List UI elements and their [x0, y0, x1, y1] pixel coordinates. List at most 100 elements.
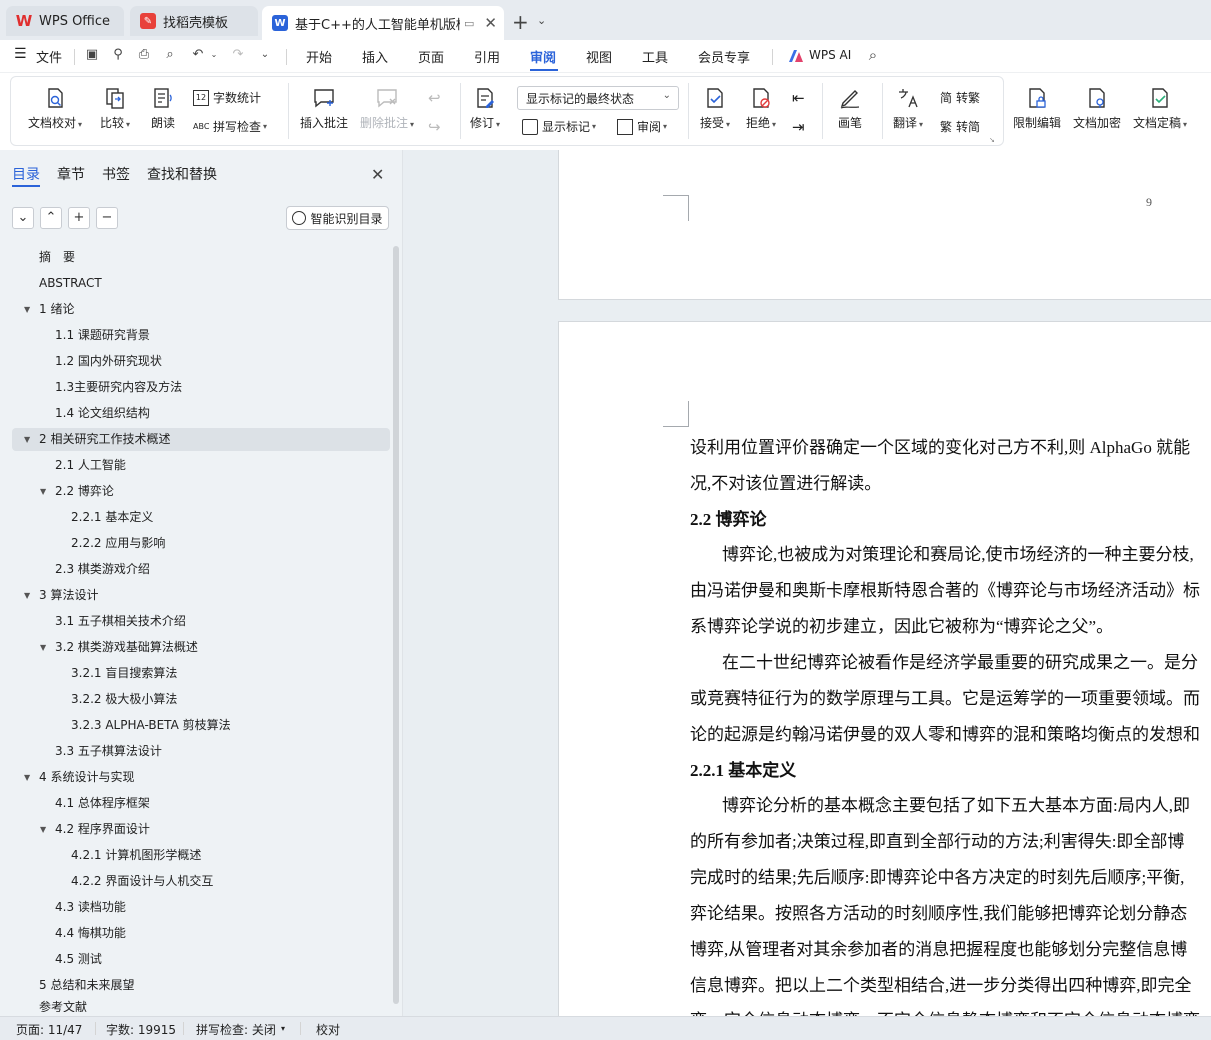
- nav-tab-find-replace[interactable]: 查找和替换: [147, 164, 217, 184]
- menu-tools[interactable]: 工具: [642, 47, 668, 66]
- nav-tab-toc[interactable]: 目录: [12, 164, 40, 184]
- toc-item[interactable]: 1.4 论文组织结构: [12, 402, 390, 425]
- body-paragraph-line[interactable]: 由冯诺伊曼和奥斯卡摩根斯特恩合著的《博弈论与市场经济活动》标: [690, 576, 1200, 601]
- finalize-document-button[interactable]: 文档定稿 ▾: [1133, 86, 1187, 131]
- body-paragraph-line[interactable]: 论的起源是约翰冯诺伊曼的双人零和博弈的混和策略均衡点的发想和: [690, 720, 1200, 745]
- translate-button[interactable]: 翻译 ▾: [893, 86, 923, 131]
- pen-button[interactable]: 画笔: [838, 86, 862, 131]
- toc-item[interactable]: 2.2.1 基本定义: [12, 506, 390, 529]
- next-comment-icon[interactable]: ↪: [428, 118, 441, 136]
- toc-item[interactable]: ▼ 4 系统设计与实现: [12, 766, 390, 789]
- body-paragraph-line[interactable]: 完成时的结果;先后顺序:即博弈论中各方决定的时刻先后顺序;平衡,: [690, 863, 1184, 888]
- menu-insert[interactable]: 插入: [362, 47, 388, 66]
- body-paragraph-line[interactable]: 或竞赛特征行为的数学原理与工具。它是运筹学的一项重要领域。而: [690, 684, 1200, 709]
- toc-item[interactable]: 3.2.3 ALPHA-BETA 剪枝算法: [12, 714, 390, 737]
- toc-item[interactable]: ▼ 3 算法设计: [12, 584, 390, 607]
- expanded-arrow-icon[interactable]: ▼: [24, 298, 30, 321]
- expanded-arrow-icon[interactable]: ▼: [40, 636, 46, 659]
- nav-tab-bookmarks[interactable]: 书签: [102, 164, 130, 184]
- expanded-arrow-icon[interactable]: ▼: [40, 480, 46, 503]
- demote-heading-icon[interactable]: −: [96, 207, 118, 229]
- review-pane-button[interactable]: 审阅 ▾: [617, 118, 667, 135]
- save-icon[interactable]: ▣: [84, 47, 100, 63]
- doc-proofread-button[interactable]: 文档校对 ▾: [28, 86, 82, 131]
- toc-item[interactable]: 3.1 五子棋相关技术介绍: [12, 610, 390, 633]
- undo-dropdown-icon[interactable]: ⌄: [206, 47, 222, 63]
- toc-item[interactable]: 3.3 五子棋算法设计: [12, 740, 390, 763]
- to-traditional-button[interactable]: 简 转繁: [940, 89, 980, 106]
- collapse-all-icon[interactable]: ⌃: [40, 207, 62, 229]
- menu-references[interactable]: 引用: [474, 47, 500, 66]
- chevron-down-icon[interactable]: ▾: [281, 1024, 285, 1033]
- toc-item[interactable]: 4.3 读档功能: [12, 896, 390, 919]
- proofread-status[interactable]: 校对: [316, 1021, 340, 1038]
- body-paragraph-line[interactable]: 弈、完全信息动态博弈、不完全信息静态博弈和不完全信息动态博弈: [690, 1006, 1200, 1016]
- body-paragraph-line[interactable]: 弈论结果。按照各方活动的时刻顺序性,我们能够把博弈论划分静态: [690, 899, 1187, 924]
- track-changes-button[interactable]: 修订 ▾: [470, 86, 500, 131]
- toc-item[interactable]: 摘 要: [12, 246, 390, 269]
- tab-current-document[interactable]: W 基于C++的人工智能单机版棋 ▭ ✕: [262, 6, 504, 40]
- expanded-arrow-icon[interactable]: ▼: [40, 818, 46, 841]
- read-aloud-button[interactable]: 朗读: [151, 86, 175, 131]
- body-paragraph-line[interactable]: 博弈,从管理者对其余参加者的消息把握程度也能够划分完整信息博: [690, 935, 1187, 960]
- close-icon[interactable]: ✕: [371, 165, 384, 184]
- body-paragraph-line[interactable]: 况,不对该位置进行解读。: [690, 469, 881, 494]
- insert-comment-button[interactable]: 插入批注: [300, 86, 348, 131]
- body-paragraph-line[interactable]: 系博弈论学说的初步建立，因此它被称为“博弈论之父”。: [690, 612, 1113, 637]
- toc-item[interactable]: ▼ 1 绪论: [12, 298, 390, 321]
- body-paragraph-line[interactable]: 的所有参加者;决策过程,即直到全部行动的方法;利害得失:即全部博: [690, 827, 1184, 852]
- print-icon[interactable]: ⎙: [136, 47, 152, 63]
- toc-item[interactable]: 2.1 人工智能: [12, 454, 390, 477]
- monitor-icon[interactable]: ▭: [464, 17, 474, 30]
- chevron-down-icon[interactable]: ⌄: [537, 14, 546, 27]
- redo-icon[interactable]: ↷: [230, 47, 246, 63]
- toc-item[interactable]: ▼ 3.2 棋类游戏基础算法概述: [12, 636, 390, 659]
- toc-item[interactable]: 5 总结和未来展望: [12, 974, 390, 997]
- accept-button[interactable]: 接受 ▾: [700, 86, 730, 131]
- chevron-down-icon[interactable]: ⌄: [257, 47, 273, 63]
- toc-item[interactable]: 3.2.1 盲目搜索算法: [12, 662, 390, 685]
- toc-item[interactable]: 4.4 悔棋功能: [12, 922, 390, 945]
- menu-page[interactable]: 页面: [418, 47, 444, 66]
- menu-wps-ai[interactable]: WPS AI: [809, 48, 851, 62]
- smart-toc-button[interactable]: 智能识别目录: [286, 206, 389, 230]
- body-paragraph-line[interactable]: 信息博弈。把以上二个类型相结合,进一步分类得出四种博弈,即完全: [690, 971, 1192, 996]
- show-markup-button[interactable]: 显示标记 ▾: [522, 118, 596, 135]
- spell-check-status[interactable]: 拼写检查: 关闭: [196, 1021, 276, 1038]
- toc-item[interactable]: ABSTRACT: [12, 272, 390, 295]
- share-icon[interactable]: ⚲: [110, 47, 126, 63]
- search-icon[interactable]: ⌕: [865, 47, 881, 63]
- toc-item[interactable]: 4.2.1 计算机图形学概述: [12, 844, 390, 867]
- reject-button[interactable]: 拒绝 ▾: [746, 86, 776, 131]
- undo-icon[interactable]: ↶: [190, 47, 206, 63]
- close-tab-icon[interactable]: ✕: [484, 14, 497, 32]
- body-paragraph-line[interactable]: 在二十世纪博弈论被看作是经济学最重要的研究成果之一。是分: [722, 648, 1198, 673]
- expanded-arrow-icon[interactable]: ▼: [24, 428, 30, 451]
- menu-file[interactable]: 文件: [36, 47, 62, 66]
- expanded-arrow-icon[interactable]: ▼: [24, 584, 30, 607]
- body-paragraph-line[interactable]: 设利用位置评价器确定一个区域的变化对己方不利,则 AlphaGo 就能: [690, 433, 1190, 458]
- word-count-button[interactable]: 12 字数统计: [193, 89, 261, 106]
- page-indicator[interactable]: 页面: 11/47: [16, 1021, 82, 1038]
- menu-membership[interactable]: 会员专享: [698, 47, 750, 66]
- nav-tab-sections[interactable]: 章节: [57, 164, 85, 184]
- menu-review[interactable]: 审阅: [530, 47, 556, 66]
- toc-item[interactable]: 4.2.2 界面设计与人机交互: [12, 870, 390, 893]
- next-change-icon[interactable]: ⇥: [792, 118, 805, 136]
- new-tab-icon[interactable]: +: [512, 10, 529, 34]
- hamburger-menu-icon[interactable]: ☰: [14, 46, 27, 62]
- section-heading[interactable]: 2.2 博弈论: [690, 505, 767, 530]
- toc-item[interactable]: ▼ 4.2 程序界面设计: [12, 818, 390, 841]
- expand-all-icon[interactable]: ⌄: [12, 207, 34, 229]
- promote-heading-icon[interactable]: +: [68, 207, 90, 229]
- delete-comment-button[interactable]: 删除批注 ▾: [360, 86, 414, 131]
- encrypt-document-button[interactable]: 文档加密: [1073, 86, 1121, 131]
- menu-start[interactable]: 开始: [306, 47, 332, 66]
- word-count-status[interactable]: 字数: 19915: [106, 1021, 176, 1038]
- body-paragraph-line[interactable]: 博弈论分析的基本概念主要包括了如下五大基本方面:局内人,即: [722, 791, 1190, 816]
- display-state-select[interactable]: 显示标记的最终状态 ⌄: [517, 86, 679, 110]
- toc-item[interactable]: 1.2 国内外研究现状: [12, 350, 390, 373]
- subsection-heading[interactable]: 2.2.1 基本定义: [690, 756, 796, 781]
- tab-wps-office[interactable]: W WPS Office: [6, 6, 124, 36]
- toc-item[interactable]: 1.1 课题研究背景: [12, 324, 390, 347]
